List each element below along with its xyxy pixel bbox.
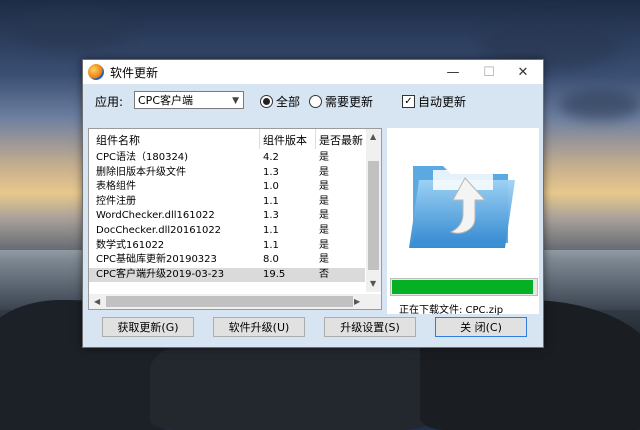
table-row[interactable]: 控件注册 1.1 是 — [89, 195, 365, 209]
app-logo-icon — [88, 64, 104, 80]
row-latest: 是 — [319, 166, 329, 178]
radio-all[interactable] — [260, 95, 273, 108]
row-latest: 是 — [319, 181, 329, 193]
horizontal-scrollbar[interactable]: ◀ ▶ — [89, 294, 381, 309]
row-latest: 否 — [319, 268, 329, 280]
scroll-left-icon[interactable]: ◀ — [94, 297, 100, 306]
table-row[interactable]: 表格组件 1.0 是 — [89, 180, 365, 194]
upgrade-settings-button[interactable]: 升级设置(S) — [324, 317, 416, 337]
row-version: 1.1 — [263, 239, 279, 251]
download-status-text: 正在下载文件: CPC.zip — [399, 305, 504, 316]
row-name: 删除旧版本升级文件 — [96, 166, 186, 178]
close-button[interactable]: 关 闭(C) — [435, 317, 527, 337]
column-header-latest[interactable]: 是否最新 — [319, 132, 363, 148]
row-latest: 是 — [319, 195, 329, 207]
vertical-scrollbar[interactable]: ▲ ▼ — [366, 129, 381, 292]
progress-fill — [392, 280, 534, 294]
auto-update-checkbox[interactable]: ✓ — [402, 95, 415, 108]
row-latest: 是 — [319, 210, 329, 222]
radio-all-label[interactable]: 全部 — [276, 93, 300, 110]
table-row[interactable]: 删除旧版本升级文件 1.3 是 — [89, 166, 365, 180]
folder-upload-icon — [409, 166, 515, 248]
table-row[interactable]: CPC语法（180324) 4.2 是 — [89, 151, 365, 165]
radio-needs-update-label[interactable]: 需要更新 — [325, 93, 373, 110]
row-name: CPC语法（180324) — [96, 152, 189, 163]
row-version: 4.2 — [263, 152, 279, 163]
row-latest: 是 — [319, 254, 329, 266]
row-name: CPC客户端升级2019-03-23 — [96, 268, 225, 280]
title-bar[interactable]: 软件更新 — ☐ ✕ — [83, 60, 543, 84]
list-header: 组件名称 组件版本 是否最新 — [89, 129, 365, 149]
scroll-up-icon[interactable]: ▲ — [370, 132, 376, 141]
table-row[interactable]: 数学式161022 1.1 是 — [89, 239, 365, 253]
close-window-button[interactable]: ✕ — [505, 60, 541, 84]
row-latest: 是 — [319, 225, 329, 236]
vertical-scroll-thumb[interactable] — [368, 161, 379, 270]
maximize-button[interactable]: ☐ — [471, 60, 507, 84]
row-version: 8.0 — [263, 254, 279, 266]
app-select[interactable]: CPC客户端 ▼ — [134, 91, 244, 109]
table-row[interactable]: CPC客户端升级2019-03-23 19.5 否 — [89, 267, 365, 282]
row-name: WordChecker.dll161022 — [96, 210, 215, 222]
row-latest: 是 — [319, 152, 329, 163]
row-version: 19.5 — [263, 268, 286, 280]
software-update-window: 软件更新 — ☐ ✕ 应用: CPC客户端 ▼ 全部 需要更新 ✓ 自动更新 组… — [82, 59, 544, 348]
table-row[interactable]: CPC基础库更新20190323 8.0 是 — [89, 253, 365, 267]
fetch-update-button[interactable]: 获取更新(G) — [102, 317, 194, 337]
window-title: 软件更新 — [110, 66, 159, 80]
column-header-name[interactable]: 组件名称 — [96, 132, 140, 148]
row-version: 1.3 — [263, 166, 279, 178]
status-panel: 正在下载文件: CPC.zip — [387, 128, 539, 316]
table-row[interactable]: WordChecker.dll161022 1.3 是 — [89, 209, 365, 223]
row-version: 1.1 — [263, 195, 279, 207]
column-header-version[interactable]: 组件版本 — [263, 132, 307, 148]
download-progress-bar — [390, 278, 538, 296]
app-select-value: CPC客户端 — [138, 94, 193, 107]
upgrade-button[interactable]: 软件升级(U) — [213, 317, 305, 337]
component-list[interactable]: 组件名称 组件版本 是否最新 CPC语法（180324) 4.2 是删除旧版本升级文… — [88, 128, 382, 310]
row-version: 1.3 — [263, 210, 279, 222]
scroll-right-icon[interactable]: ▶ — [354, 297, 360, 306]
row-name: 表格组件 — [96, 181, 136, 193]
row-name: DocChecker.dll20161022 — [96, 225, 222, 236]
row-name: CPC基础库更新20190323 — [96, 254, 217, 266]
window-body: 应用: CPC客户端 ▼ 全部 需要更新 ✓ 自动更新 组件名称 组件版本 是否… — [83, 84, 543, 347]
row-latest: 是 — [319, 239, 329, 251]
minimize-button[interactable]: — — [435, 60, 471, 84]
horizontal-scroll-thumb[interactable] — [106, 296, 353, 307]
app-label: 应用: — [95, 95, 124, 109]
row-version: 1.1 — [263, 225, 279, 236]
radio-needs-update[interactable] — [309, 95, 322, 108]
row-version: 1.0 — [263, 181, 279, 193]
table-row[interactable]: DocChecker.dll20161022 1.1 是 — [89, 224, 365, 238]
auto-update-label[interactable]: 自动更新 — [418, 93, 466, 110]
chevron-down-icon: ▼ — [232, 96, 239, 106]
row-name: 控件注册 — [96, 195, 136, 207]
row-name: 数学式161022 — [96, 239, 165, 251]
scroll-down-icon[interactable]: ▼ — [370, 279, 376, 288]
